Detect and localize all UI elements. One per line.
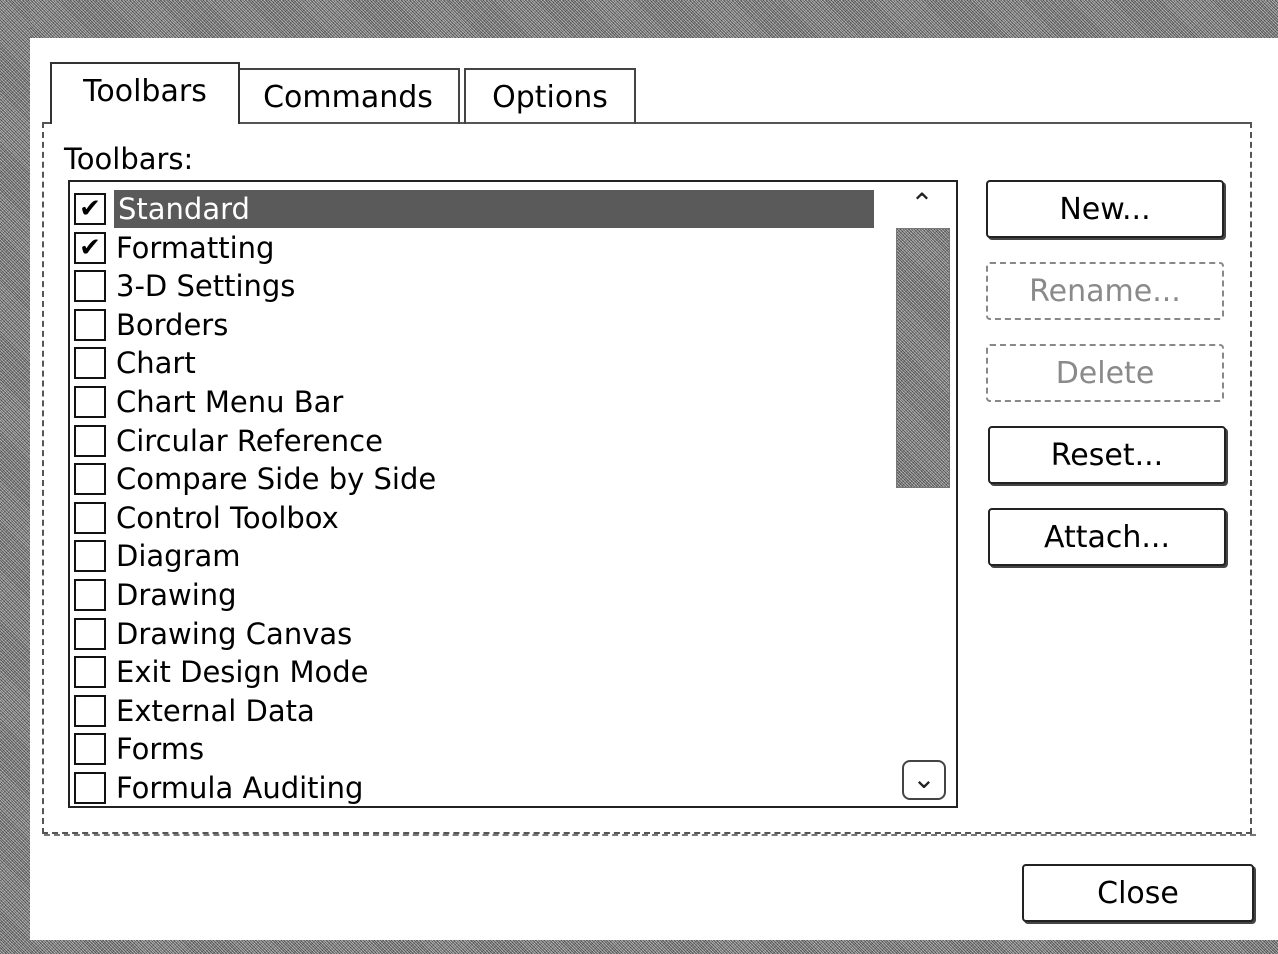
close-button[interactable]: Close <box>1022 864 1254 922</box>
toolbar-list-item[interactable]: ✔ Formatting <box>70 229 888 267</box>
tab-commands[interactable]: Commands <box>236 68 460 124</box>
rename-button[interactable]: Rename... <box>986 262 1224 320</box>
toolbar-list-item[interactable]: Exit Design Mode <box>70 653 888 691</box>
reset-button[interactable]: Reset... <box>988 426 1226 484</box>
toolbar-item-label: Forms <box>116 732 205 767</box>
toolbar-item-label: Control Toolbox <box>116 500 339 535</box>
toolbar-list-item[interactable]: Compare Side by Side <box>70 460 888 498</box>
toolbar-checkbox[interactable] <box>74 733 106 766</box>
toolbar-list-item[interactable]: Drawing Canvas <box>70 615 888 653</box>
toolbar-list-item[interactable]: Control Toolbox <box>70 499 888 537</box>
toolbar-list-item[interactable]: Borders <box>70 306 888 344</box>
attach-button[interactable]: Attach... <box>988 508 1226 566</box>
toolbar-checkbox[interactable] <box>74 463 106 496</box>
toolbar-list-item[interactable]: Formula Auditing <box>70 769 888 806</box>
toolbar-item-label: Drawing Canvas <box>116 616 353 651</box>
toolbar-item-label: Chart Menu Bar <box>116 385 344 419</box>
separator <box>44 834 1256 836</box>
toolbar-item-label: Circular Reference <box>116 423 383 458</box>
toolbar-list-item[interactable]: Chart Menu Bar <box>70 383 888 421</box>
toolbar-list-item[interactable]: ✔ Standard <box>70 190 888 228</box>
tab-toolbars[interactable]: Toolbars <box>50 62 240 124</box>
customize-dialog: Toolbars Commands Options Toolbars: ✔ Sta… <box>30 38 1278 940</box>
delete-button[interactable]: Delete <box>986 344 1224 402</box>
toolbar-list-item[interactable]: External Data <box>70 692 888 730</box>
toolbar-checkbox[interactable] <box>74 579 106 611</box>
toolbar-checkbox[interactable]: ✔ <box>74 231 106 264</box>
vertical-scrollbar[interactable]: ⌃ ⌄ <box>892 182 954 806</box>
toolbar-item-label: Formula Auditing <box>116 771 364 805</box>
dialog-frame-bottom <box>0 940 1278 954</box>
toolbar-list-item[interactable]: Drawing <box>70 576 888 614</box>
toolbars-list-label: Toolbars: <box>64 142 194 176</box>
toolbar-item-label: Formatting <box>116 230 275 265</box>
toolbars-listbox[interactable]: ✔ Standard ✔ Formatting 3-D Settings Borders C… <box>68 180 958 808</box>
toolbar-list-item[interactable]: Chart <box>70 344 888 382</box>
toolbar-list-item[interactable]: Diagram <box>70 537 888 575</box>
toolbar-item-label: Chart <box>116 346 196 381</box>
toolbar-checkbox[interactable] <box>74 347 106 380</box>
checkmark-icon: ✔ <box>79 232 101 263</box>
toolbar-item-label: Drawing <box>116 578 237 612</box>
toolbar-checkbox[interactable] <box>74 540 106 573</box>
toolbar-item-label: Exit Design Mode <box>116 655 369 690</box>
dialog-frame-top <box>0 0 1278 38</box>
toolbar-checkbox[interactable] <box>74 424 106 457</box>
toolbar-item-label: Borders <box>116 307 229 342</box>
toolbar-checkbox[interactable] <box>74 694 106 727</box>
toolbar-checkbox[interactable] <box>74 308 106 341</box>
toolbar-checkbox[interactable] <box>74 386 106 418</box>
toolbar-list-item[interactable]: 3-D Settings <box>70 267 888 305</box>
tab-options[interactable]: Options <box>464 68 636 124</box>
chevron-down-icon[interactable]: ⌄ <box>902 760 946 800</box>
new-button[interactable]: New... <box>986 180 1224 238</box>
scrollbar-thumb[interactable] <box>896 228 950 488</box>
toolbar-item-label: Diagram <box>116 539 241 574</box>
toolbar-checkbox[interactable] <box>74 501 106 534</box>
toolbar-checkbox[interactable]: ✔ <box>74 193 106 225</box>
checkmark-icon: ✔ <box>79 194 101 224</box>
toolbar-checkbox[interactable] <box>74 772 106 804</box>
dialog-frame-left <box>0 0 30 954</box>
toolbar-checkbox[interactable] <box>74 656 106 689</box>
toolbar-item-label: Standard <box>114 190 874 228</box>
toolbar-checkbox[interactable] <box>74 270 106 303</box>
toolbar-list-item[interactable]: Circular Reference <box>70 422 888 460</box>
toolbar-item-label: Compare Side by Side <box>116 462 437 497</box>
toolbar-list-item[interactable]: Forms <box>70 730 888 768</box>
toolbar-item-label: 3-D Settings <box>116 269 296 304</box>
toolbar-checkbox[interactable] <box>74 617 106 650</box>
chevron-up-icon[interactable]: ⌃ <box>898 184 946 224</box>
toolbar-item-label: External Data <box>116 693 315 728</box>
